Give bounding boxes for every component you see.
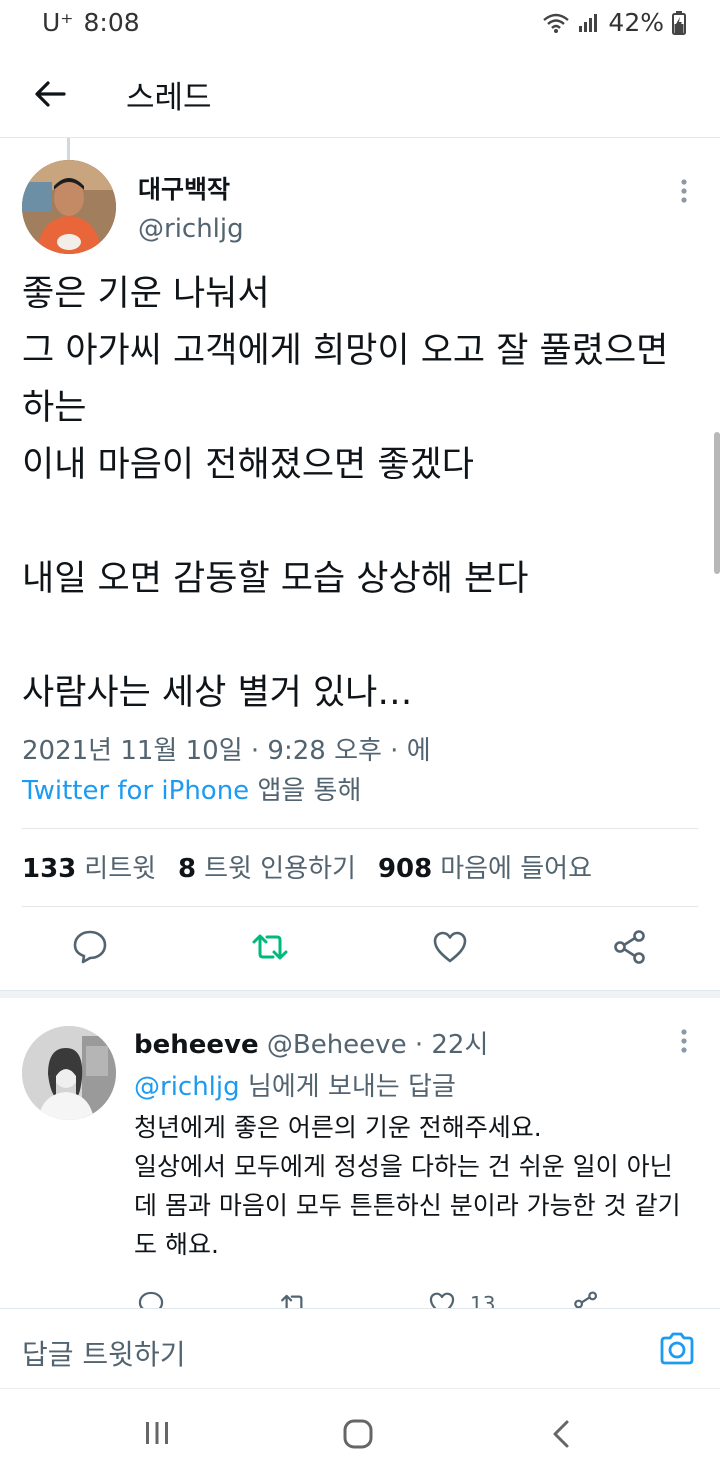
- status-bar: U⁺ 8:08 42%: [0, 0, 720, 46]
- reply-time: · 22시: [414, 1030, 489, 1060]
- app-header: 스레드: [0, 50, 720, 138]
- reply-compose-bar: 답글 트윗하기: [0, 1308, 720, 1390]
- tweet-stats: 133 리트윗 8 트윗 인용하기 908 마음에 들어요: [22, 848, 614, 885]
- reply-retweet-icon[interactable]: [280, 1290, 308, 1308]
- author-name[interactable]: 대구백작: [138, 170, 230, 206]
- reply-more-options-icon[interactable]: [674, 1026, 694, 1056]
- like-stat[interactable]: 908 마음에 들어요: [378, 848, 592, 885]
- clock: 8:08: [83, 8, 140, 37]
- source-app-link[interactable]: Twitter for iPhone: [22, 776, 249, 806]
- like-label: 마음에 들어요: [440, 854, 593, 884]
- retweet-icon[interactable]: [251, 928, 289, 966]
- home-icon[interactable]: [342, 1419, 374, 1453]
- reply-mention-link[interactable]: @richljg: [134, 1072, 240, 1102]
- author-avatar[interactable]: [22, 160, 116, 254]
- wifi-icon: [542, 12, 570, 34]
- replying-to: @richljg 님에게 보내는 답글: [134, 1066, 456, 1103]
- back-arrow-icon[interactable]: [30, 74, 70, 114]
- author-handle[interactable]: @richljg: [138, 214, 244, 244]
- reply-icon[interactable]: [71, 928, 109, 966]
- quote-label: 트윗 인용하기: [204, 854, 356, 884]
- retweet-count: 133: [22, 854, 77, 884]
- retweet-label: 리트윗: [84, 854, 157, 884]
- reply-reply-icon[interactable]: [137, 1290, 165, 1308]
- more-options-icon[interactable]: [674, 176, 694, 206]
- reply-like-icon[interactable]: [428, 1290, 456, 1308]
- like-count: 908: [377, 854, 433, 884]
- reply-actions: 13: [0, 1286, 720, 1308]
- tweet-body: 좋은 기운 나눠서 그 아가씨 고객에게 희망이 오고 잘 풀렸으면 하는 이내…: [22, 274, 669, 713]
- system-back-icon[interactable]: [549, 1419, 573, 1453]
- quote-count: 8: [178, 854, 197, 884]
- reply-compose-input[interactable]: 답글 트윗하기: [22, 1333, 185, 1373]
- reply-like-count: 13: [470, 1292, 496, 1308]
- source-suffix: 앱을 통해: [257, 776, 362, 806]
- recent-apps-icon[interactable]: [143, 1419, 171, 1451]
- reply-author-name[interactable]: beheeve: [134, 1030, 259, 1060]
- tweet-actions: [0, 912, 720, 986]
- tweet-timestamp: 2021년 11월 10일 · 9:28 오후 · 에: [22, 736, 431, 766]
- reply-share-icon[interactable]: [572, 1290, 600, 1308]
- section-separator: [0, 990, 720, 998]
- retweet-stat[interactable]: 133 리트윗: [22, 848, 156, 885]
- carrier-label: U⁺: [42, 8, 74, 37]
- thread-connector-line: [67, 138, 70, 160]
- battery-charging-icon: [672, 10, 686, 35]
- battery-percent: 42%: [608, 8, 664, 37]
- reply-author-handle[interactable]: @Beheeve: [267, 1030, 407, 1060]
- like-heart-icon[interactable]: [431, 928, 469, 966]
- page-title: 스레드: [126, 80, 212, 116]
- scrollbar-thumb[interactable]: [714, 432, 720, 574]
- reply-body: 청년에게 좋은 어른의 기운 전해주세요. 일상에서 모두에게 정성을 다하는 …: [134, 1113, 681, 1259]
- reply-header: beheeve @Beheeve · 22시: [134, 1024, 488, 1061]
- share-icon[interactable]: [611, 928, 649, 966]
- divider: [22, 906, 698, 907]
- signal-icon: [578, 13, 600, 33]
- tweet-source: Twitter for iPhone 앱을 통해: [22, 770, 361, 807]
- reply-to-suffix: 님에게 보내는 답글: [247, 1072, 456, 1102]
- reply-author-avatar[interactable]: [22, 1026, 116, 1120]
- camera-icon[interactable]: [658, 1331, 696, 1367]
- quote-stat[interactable]: 8 트윗 인용하기: [178, 848, 356, 885]
- divider: [22, 828, 698, 829]
- system-nav-bar: [0, 1388, 720, 1480]
